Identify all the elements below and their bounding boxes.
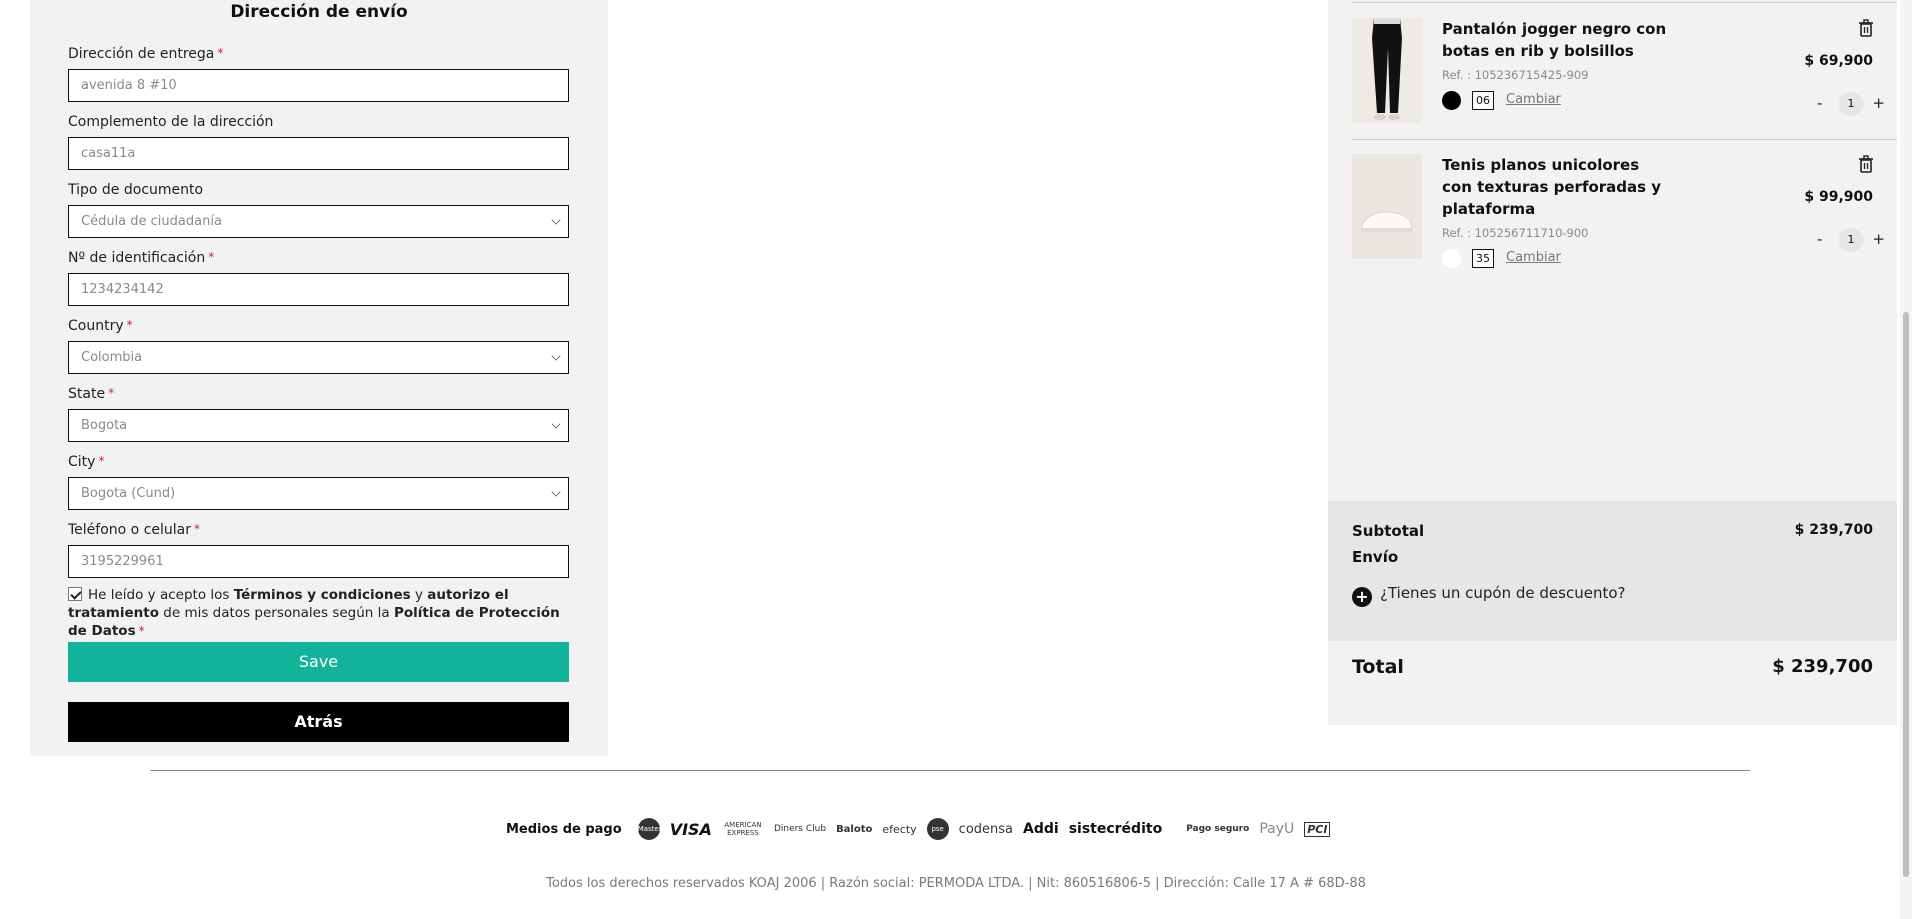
trash-icon[interactable]: [1857, 19, 1875, 37]
secure-payment-title: Pago seguro: [1186, 824, 1250, 834]
coupon-toggle[interactable]: + ¿Tienes un cupón de descuento?: [1352, 584, 1625, 607]
quantity-value: 1: [1839, 92, 1863, 116]
jogger-image: [1352, 18, 1422, 123]
payments-title: Medios de pago: [506, 821, 622, 837]
change-link[interactable]: Cambiar: [1506, 250, 1561, 265]
subtotal-label: Subtotal: [1352, 522, 1425, 540]
pse-logo: pse: [926, 818, 949, 840]
diners-club-logo: Diners Club: [773, 824, 827, 834]
sneaker-image: [1352, 154, 1422, 259]
save-button[interactable]: Save: [68, 642, 569, 682]
product-price: $ 69,900: [1804, 53, 1873, 69]
codensa-logo: codensa: [958, 821, 1014, 837]
size-badge: 06: [1472, 91, 1494, 110]
form-title: Dirección de envío: [230, 2, 408, 22]
delivery-address-input[interactable]: avenida 8 #10: [68, 69, 569, 102]
id-number-input[interactable]: 1234234142: [68, 273, 569, 306]
baloto-logo: Baloto: [836, 823, 873, 835]
shipping-label: Envío: [1352, 548, 1399, 566]
chevron-down-icon: [551, 487, 561, 497]
shipping-form: Dirección de envío Dirección de entrega *…: [30, 0, 608, 756]
city-select[interactable]: Bogota (Cund): [68, 477, 569, 510]
terms-checkbox[interactable]: [68, 587, 82, 601]
color-swatch: [1442, 249, 1461, 268]
decrease-quantity-button[interactable]: -: [1817, 94, 1822, 112]
footer-divider: [150, 770, 1750, 771]
back-button[interactable]: Atrás: [68, 702, 569, 742]
state-select[interactable]: Bogota: [68, 409, 569, 442]
address-complement-label: Complemento de la dirección: [68, 114, 274, 130]
plus-circle-icon: +: [1352, 587, 1372, 607]
phone-input[interactable]: 3195229961: [68, 545, 569, 578]
scrollbar-thumb[interactable]: [1903, 312, 1909, 877]
total-value: $ 239,700: [1772, 656, 1873, 677]
total-label: Total: [1352, 656, 1404, 678]
increase-quantity-button[interactable]: +: [1872, 230, 1885, 248]
change-link[interactable]: Cambiar: [1506, 92, 1561, 107]
product-ref: Ref. : 105256711710-900: [1442, 226, 1589, 240]
terms-consent: He leído y acepto los Términos y condici…: [68, 587, 560, 639]
quantity-stepper: - 1 +: [1815, 228, 1887, 252]
chevron-down-icon: [551, 215, 561, 225]
phone-label: Teléfono o celular *: [68, 522, 200, 538]
subtotal-value: $ 239,700: [1794, 522, 1873, 538]
product-image[interactable]: [1352, 18, 1422, 123]
country-label: Country *: [68, 318, 133, 334]
sistecredito-logo: sistecrédito: [1068, 821, 1163, 837]
payment-methods: Medios de pago MasterCard VISA AMERICAN …: [506, 815, 1331, 843]
product-image[interactable]: [1352, 154, 1422, 259]
visa-logo: VISA: [669, 819, 712, 839]
addi-logo: Addi: [1023, 821, 1059, 837]
mastercard-logo: MasterCard: [637, 818, 678, 840]
efecty-logo: efecty: [882, 822, 917, 836]
amex-logo: AMERICAN EXPRESS: [724, 821, 762, 837]
chevron-down-icon: [551, 351, 561, 361]
quantity-value: 1: [1839, 228, 1863, 252]
divider: [1352, 2, 1897, 3]
city-label: City *: [68, 454, 105, 470]
state-label: State *: [68, 386, 115, 402]
product-ref: Ref. : 105236715425-909: [1442, 68, 1589, 82]
cart-item: Pantalón jogger negro con botas en rib y…: [1352, 18, 1897, 138]
product-name[interactable]: Pantalón jogger negro con botas en rib y…: [1442, 18, 1672, 62]
page-scrollbar[interactable]: [1900, 0, 1912, 919]
payu-logo: PayU: [1259, 821, 1295, 837]
country-select[interactable]: Colombia: [68, 341, 569, 374]
order-summary: Subtotal $ 239,700 Envío + ¿Tienes un cup…: [1328, 501, 1897, 641]
document-type-select[interactable]: Cédula de ciudadanía: [68, 205, 569, 238]
product-price: $ 99,900: [1804, 189, 1873, 205]
copyright-text: Todos los derechos reservados KOAJ 2006 …: [546, 876, 1366, 891]
address-complement-input[interactable]: casa11a: [68, 137, 569, 170]
cart-summary: Pantalón jogger negro con botas en rib y…: [1328, 0, 1897, 725]
terms-link[interactable]: Términos y condiciones: [234, 587, 411, 603]
cart-item: Tenis planos unicolores con texturas per…: [1352, 154, 1897, 294]
decrease-quantity-button[interactable]: -: [1817, 230, 1822, 248]
product-name[interactable]: Tenis planos unicolores con texturas per…: [1442, 154, 1672, 220]
increase-quantity-button[interactable]: +: [1872, 94, 1885, 112]
id-number-label: Nº de identificación *: [68, 250, 215, 266]
size-badge: 35: [1472, 249, 1494, 268]
divider: [1352, 139, 1897, 140]
document-type-label: Tipo de documento: [68, 182, 204, 198]
chevron-down-icon: [551, 419, 561, 429]
quantity-stepper: - 1 +: [1815, 92, 1887, 116]
trash-icon[interactable]: [1857, 155, 1875, 173]
delivery-address-label: Dirección de entrega *: [68, 46, 224, 62]
color-swatch: [1442, 91, 1461, 110]
pci-logo: PCI: [1304, 821, 1331, 837]
checkout-page: Dirección de envío Dirección de entrega *…: [0, 0, 1912, 919]
